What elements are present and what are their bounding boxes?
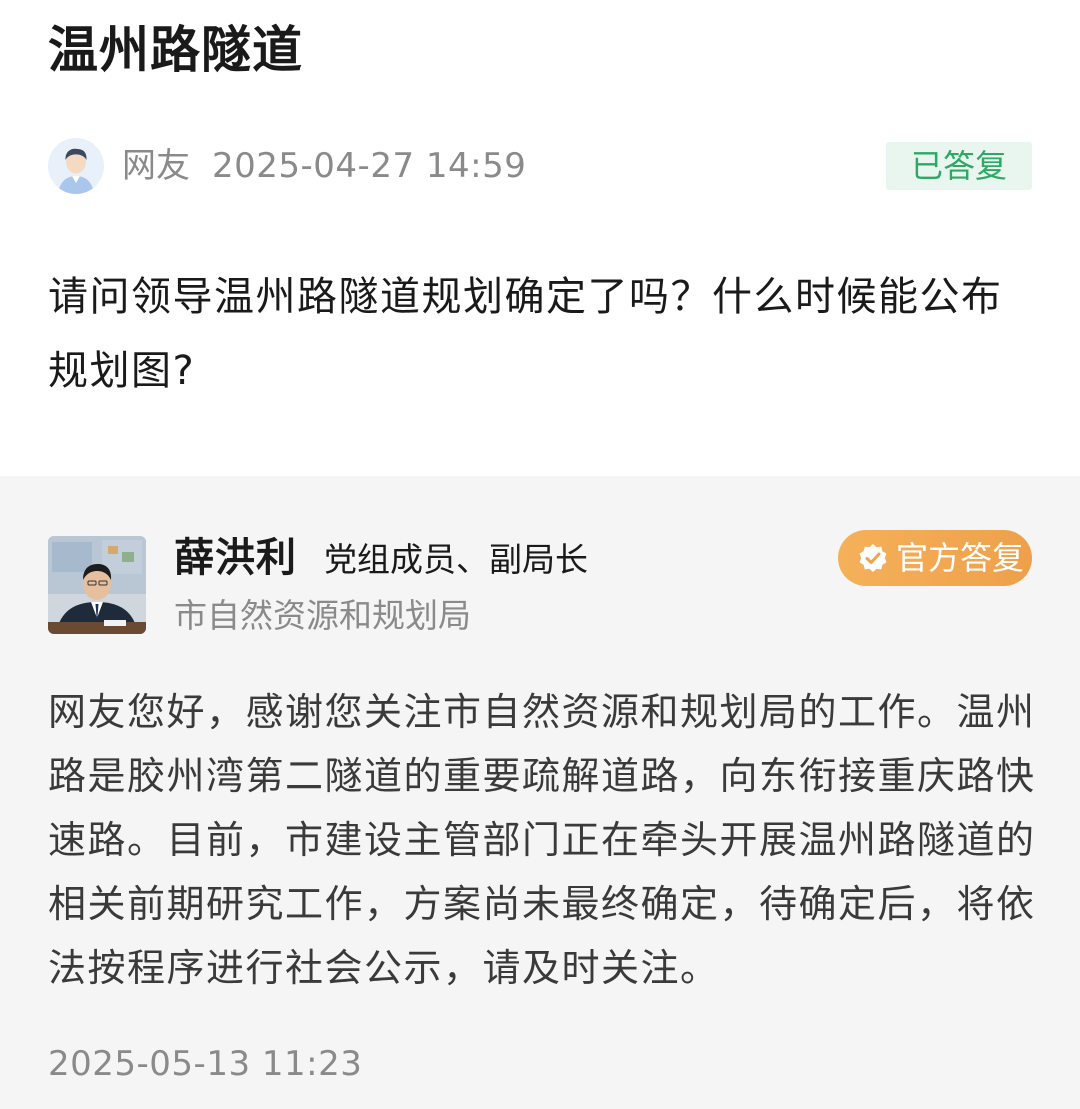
asker-row: 网友 2025-04-27 14:59 已答复 [48,138,1032,194]
responder-name: 薛洪利 [174,535,297,581]
asker-name: 网友 [122,146,190,186]
responder-department: 市自然资源和规划局 [174,596,471,635]
status-badge: 已答复 [886,142,1032,190]
answer-section: 薛洪利 党组成员、副局长 市自然资源和规划局 官方答复 网友您好，感谢您关注市自… [0,476,1080,1109]
question-text: 请问领导温州路隧道规划确定了吗？什么时候能公布规划图? [48,274,1003,394]
page-title: 温州路隧道 [48,21,303,79]
official-reply-badge: 官方答复 [838,530,1032,586]
user-avatar-icon [48,138,104,194]
official-reply-label: 官方答复 [896,539,1025,577]
answer-timestamp: 2025-05-13 11:23 [48,1044,363,1084]
responder-photo [48,536,146,634]
answer-text: 网友您好，感谢您关注市自然资源和规划局的工作。温州路是胶州湾第二隧道的重要疏解道… [48,690,1036,990]
question-section: 温州路隧道 网友 2025-04-27 14:59 已答复 请问领导温州路隧道规… [0,0,1080,476]
verified-check-icon [858,543,888,573]
responder-title: 党组成员、副局长 [324,540,588,579]
asker-timestamp: 2025-04-27 14:59 [212,146,527,186]
